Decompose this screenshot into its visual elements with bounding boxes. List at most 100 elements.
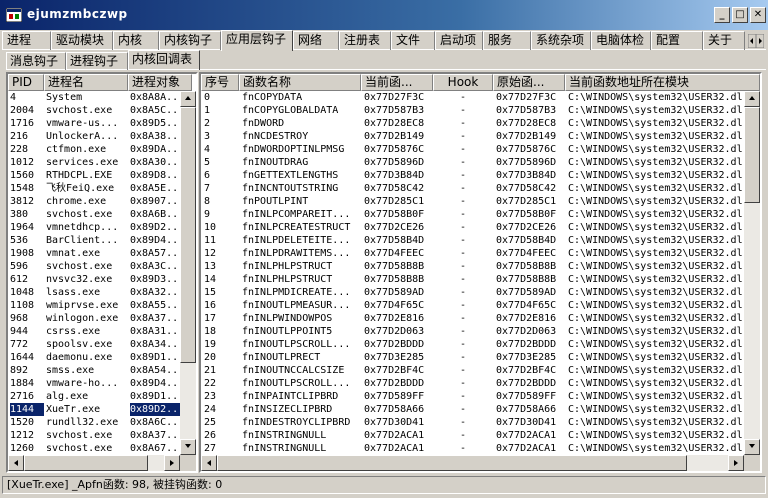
table-row[interactable]: 228 ctfmon.exe 0x89DA... bbox=[8, 143, 180, 156]
table-row[interactable]: 3 fnNCDESTROY 0x77D2B149 - 0x77D2B149 C:\WIND… bbox=[201, 130, 744, 143]
table-row[interactable]: 1548 飞秋FeiQ.exe 0x8A5E... bbox=[8, 182, 180, 195]
column-header-index[interactable]: 序号 bbox=[201, 74, 239, 91]
table-row[interactable]: 16 fnINOUTLPMEASUR... 0x77D4F65C - 0x77D4F65… bbox=[201, 299, 744, 312]
table-row[interactable]: 2004 svchost.exe 0x8A5C... bbox=[8, 104, 180, 117]
column-header-current-function[interactable]: 当前函... bbox=[361, 74, 433, 91]
table-row[interactable]: 20 fnINOUTLPRECT 0x77D3E285 - 0x77D3E285 C:\W… bbox=[201, 351, 744, 364]
table-row[interactable]: 892 smss.exe 0x8A54... bbox=[8, 364, 180, 377]
scroll-thumb[interactable] bbox=[744, 107, 760, 203]
table-row[interactable]: 3812 chrome.exe 0x8907... bbox=[8, 195, 180, 208]
scroll-down-button[interactable] bbox=[180, 439, 196, 455]
callback-table-vscrollbar[interactable] bbox=[744, 91, 760, 455]
table-row[interactable]: 26 fnINSTRINGNULL 0x77D2ACA1 - 0x77D2ACA1 C:\… bbox=[201, 429, 744, 442]
scroll-up-button[interactable] bbox=[180, 91, 196, 107]
table-row[interactable]: 1012 services.exe 0x8A30... bbox=[8, 156, 180, 169]
maximize-button[interactable]: □ bbox=[732, 7, 748, 23]
column-header-function-name[interactable]: 函数名称 bbox=[239, 74, 361, 91]
table-row[interactable]: 1716 vmware-us... 0x89D5... bbox=[8, 117, 180, 130]
column-header-hook[interactable]: Hook bbox=[433, 74, 493, 91]
scroll-right-button[interactable] bbox=[164, 455, 180, 471]
table-row[interactable]: 1908 vmnat.exe 0x8A57... bbox=[8, 247, 180, 260]
table-row[interactable]: 612 nvsvc32.exe 0x89D3... bbox=[8, 273, 180, 286]
table-row[interactable]: 7 fnINCNTOUTSTRING 0x77D58C42 - 0x77D58C42 C:… bbox=[201, 182, 744, 195]
table-row[interactable]: 23 fnINPAINTCLIPBRD 0x77D589FF - 0x77D589FF C… bbox=[201, 390, 744, 403]
column-header-process-name[interactable]: 进程名 bbox=[44, 74, 128, 91]
table-row[interactable]: 2716 alg.exe 0x89D1... bbox=[8, 390, 180, 403]
table-row[interactable]: 5 fnINOUTDRAG 0x77D5896D - 0x77D5896D C:\WIND… bbox=[201, 156, 744, 169]
tab-startup[interactable]: 启动项 bbox=[435, 31, 483, 50]
table-row[interactable]: 25 fnINDESTROYCLIPBRD 0x77D30D41 - 0x77D30D4… bbox=[201, 416, 744, 429]
tab-pc-checkup[interactable]: 电脑体检 bbox=[591, 31, 651, 50]
scroll-thumb[interactable] bbox=[180, 107, 196, 363]
table-row[interactable]: 2 fnDWORD 0x77D28EC8 - 0x77D28EC8 C:\WINDOWS\… bbox=[201, 117, 744, 130]
table-row[interactable]: 536 BarClient... 0x89D4... bbox=[8, 234, 180, 247]
scroll-left-button[interactable] bbox=[201, 455, 217, 471]
minimize-button[interactable]: _ bbox=[714, 7, 730, 23]
table-row[interactable]: 944 csrss.exe 0x8A31... bbox=[8, 325, 180, 338]
column-header-pid[interactable]: PID bbox=[8, 74, 44, 91]
subtab-message-hooks[interactable]: 消息钩子 bbox=[6, 52, 66, 70]
table-row[interactable]: 1260 svchost.exe 0x8A67... bbox=[8, 442, 180, 455]
close-button[interactable]: ✕ bbox=[750, 7, 766, 23]
table-row[interactable]: 596 svchost.exe 0x8A3C... bbox=[8, 260, 180, 273]
table-row[interactable]: 4 fnDWORDOPTINLPMSG 0x77D5876C - 0x77D5876C C… bbox=[201, 143, 744, 156]
table-row[interactable]: 1964 vmnetdhcp... 0x89D2... bbox=[8, 221, 180, 234]
table-row[interactable]: 1644 daemonu.exe 0x89D1... bbox=[8, 351, 180, 364]
tab-process[interactable]: 进程 bbox=[2, 31, 51, 50]
tab-registry[interactable]: 注册表 bbox=[339, 31, 391, 50]
process-list-vscrollbar[interactable] bbox=[180, 91, 196, 455]
table-row[interactable]: 772 spoolsv.exe 0x8A34... bbox=[8, 338, 180, 351]
table-row[interactable]: 1560 RTHDCPL.EXE 0x89D8... bbox=[8, 169, 180, 182]
table-row[interactable]: 21 fnINOUTNCCALCSIZE 0x77D2BF4C - 0x77D2BF4C… bbox=[201, 364, 744, 377]
table-row[interactable]: 22 fnINOUTLPSCROLL... 0x77D2BDDD - 0x77D2BDD… bbox=[201, 377, 744, 390]
table-row[interactable]: 14 fnINLPHLPSTRUCT 0x77D58B8B - 0x77D58B8B C:… bbox=[201, 273, 744, 286]
scroll-right-button[interactable] bbox=[728, 455, 744, 471]
table-row[interactable]: 6 fnGETTEXTLENGTHS 0x77D3B84D - 0x77D3B84D C:… bbox=[201, 169, 744, 182]
table-row[interactable]: 27 fnINSTRINGNULL 0x77D2ACA1 - 0x77D2ACA1 C:\… bbox=[201, 442, 744, 455]
table-row[interactable]: 17 fnINLPWINDOWPOS 0x77D2E816 - 0x77D2E816 C:… bbox=[201, 312, 744, 325]
table-row[interactable]: 19 fnINOUTLPSCROLL... 0x77D2BDDD - 0x77D2BDD… bbox=[201, 338, 744, 351]
process-list[interactable]: PID 进程名 进程对象 4 System 0x8A8A... 2004 svchost… bbox=[6, 72, 198, 473]
table-row[interactable]: 1048 lsass.exe 0x8A32... bbox=[8, 286, 180, 299]
tab-system-misc[interactable]: 系统杂项 bbox=[531, 31, 591, 50]
process-list-hscrollbar[interactable] bbox=[8, 455, 180, 471]
table-row[interactable]: 1144 XueTr.exe 0x89D2... bbox=[8, 403, 180, 416]
table-row[interactable]: 1 fnCOPYGLOBALDATA 0x77D587B3 - 0x77D587B3 C:… bbox=[201, 104, 744, 117]
tab-driver-modules[interactable]: 驱动模块 bbox=[51, 31, 113, 50]
column-header-process-object[interactable]: 进程对象 bbox=[128, 74, 192, 91]
table-row[interactable]: 1884 vmware-ho... 0x89D4... bbox=[8, 377, 180, 390]
table-row[interactable]: 18 fnINOUTLPPOINT5 0x77D2D063 - 0x77D2D063 C:… bbox=[201, 325, 744, 338]
tab-scroll-arrows[interactable] bbox=[748, 34, 764, 48]
column-header-module-path[interactable]: 当前函数地址所在模块 bbox=[565, 74, 760, 91]
table-row[interactable]: 10 fnINLPCREATESTRUCT 0x77D2CE26 - 0x77D2CE2… bbox=[201, 221, 744, 234]
tab-about[interactable]: 关于 bbox=[703, 31, 745, 50]
tab-kernel-hooks[interactable]: 内核钩子 bbox=[159, 31, 221, 50]
title-bar[interactable]: ejumzmbczwp _ □ ✕ bbox=[0, 0, 768, 30]
hscroll-thumb[interactable] bbox=[217, 455, 687, 471]
table-row[interactable]: 9 fnINLPCOMPAREIT... 0x77D58B0F - 0x77D58B0F… bbox=[201, 208, 744, 221]
table-row[interactable]: 24 fnINSIZECLIPBRD 0x77D58A66 - 0x77D58A66 C:… bbox=[201, 403, 744, 416]
table-row[interactable]: 968 winlogon.exe 0x8A37... bbox=[8, 312, 180, 325]
table-row[interactable]: 380 svchost.exe 0x8A6B... bbox=[8, 208, 180, 221]
subtab-process-hooks[interactable]: 进程钩子 bbox=[66, 52, 128, 70]
tab-services[interactable]: 服务 bbox=[483, 31, 531, 50]
tab-config[interactable]: 配置 bbox=[651, 31, 703, 50]
tab-app-hooks[interactable]: 应用层钩子 bbox=[221, 30, 293, 51]
table-row[interactable]: 216 UnlockerA... 0x8A38... bbox=[8, 130, 180, 143]
table-row[interactable]: 1212 svchost.exe 0x8A37... bbox=[8, 429, 180, 442]
subtab-kernel-callback-table[interactable]: 内核回调表 bbox=[128, 50, 200, 70]
callback-table-hscrollbar[interactable] bbox=[201, 455, 744, 471]
scroll-up-button[interactable] bbox=[744, 91, 760, 107]
scroll-down-button[interactable] bbox=[744, 439, 760, 455]
callback-table[interactable]: 序号 函数名称 当前函... Hook 原始函... 当前函数地址所在模块 0 f… bbox=[199, 72, 762, 473]
table-row[interactable]: 1520 rundll32.exe 0x8A6C... bbox=[8, 416, 180, 429]
table-row[interactable]: 13 fnINLPHLPSTRUCT 0x77D58B8B - 0x77D58B8B C:… bbox=[201, 260, 744, 273]
table-row[interactable]: 11 fnINLPDELETEITE... 0x77D58B4D - 0x77D58B4… bbox=[201, 234, 744, 247]
hscroll-thumb[interactable] bbox=[24, 455, 148, 471]
table-row[interactable]: 15 fnINLPMDICREATE... 0x77D589AD - 0x77D589A… bbox=[201, 286, 744, 299]
column-header-original-function[interactable]: 原始函... bbox=[493, 74, 565, 91]
tab-kernel[interactable]: 内核 bbox=[113, 31, 159, 50]
tab-file[interactable]: 文件 bbox=[391, 31, 435, 50]
scroll-left-button[interactable] bbox=[8, 455, 24, 471]
table-row[interactable]: 8 fnPOUTLPINT 0x77D285C1 - 0x77D285C1 C:\WIND… bbox=[201, 195, 744, 208]
